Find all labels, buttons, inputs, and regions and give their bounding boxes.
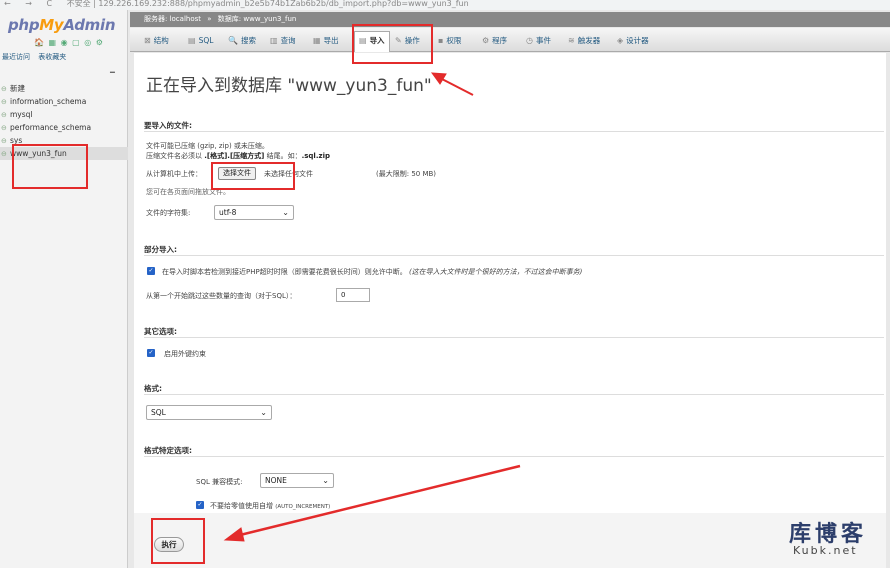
tab-0[interactable]: ⊠ 结构 xyxy=(144,32,169,50)
interrupt-label: 在导入时脚本若检测到接近PHP超时时限（即需要花费很长时间）则允许中断。 (这在… xyxy=(162,268,583,276)
database-link[interactable]: 数据库: www_yun3_fun xyxy=(218,15,297,23)
tab-label: 查询 xyxy=(280,36,296,45)
other-section-title: 其它选项: xyxy=(144,327,177,336)
foreign-key-checkbox[interactable]: ✓ xyxy=(147,349,155,357)
phpmyadmin-logo[interactable]: phpMyAdmin xyxy=(8,16,116,34)
annotation-box-import-tab xyxy=(352,24,433,64)
tab-icon: ◈ xyxy=(617,36,624,45)
main-content: 正在导入到数据库 "www_yun3_fun" 要导入的文件: 文件可能已压缩 … xyxy=(134,53,886,568)
sidebar-item-label: 新建 xyxy=(10,84,25,93)
database-icon: ⊖ xyxy=(1,150,7,158)
sidebar-item-label: mysql xyxy=(10,110,33,119)
divider xyxy=(144,456,884,457)
server-link[interactable]: 服务器: localhost xyxy=(144,15,201,23)
sidebar-item-db[interactable]: ⊖ performance_schema xyxy=(0,121,128,134)
skip-queries-input[interactable]: 0 xyxy=(336,288,370,302)
tab-label: 程序 xyxy=(492,36,508,45)
tab-8[interactable]: ⚙ 程序 xyxy=(482,32,507,50)
tab-10[interactable]: ≋ 触发器 xyxy=(568,32,600,50)
address-text: 不安全 | 129.226.169.232:888/phpmyadmin_b2e… xyxy=(66,0,469,8)
tab-icon: ▪ xyxy=(438,36,444,45)
tab-icon: ▤ xyxy=(188,36,196,45)
sidebar-item-label: information_schema xyxy=(10,97,87,106)
charset-select[interactable]: utf-8 ⌄ xyxy=(214,205,294,220)
tab-label: 设计器 xyxy=(626,36,649,45)
chevron-down-icon: ⌄ xyxy=(322,476,329,485)
tab-4[interactable]: ▦ 导出 xyxy=(313,32,339,50)
skip-label: 从第一个开始跳过这些数量的查询（对于SQL）： xyxy=(146,292,297,300)
tab-icon: 🔍 xyxy=(228,36,238,45)
file-section-title: 要导入的文件: xyxy=(144,121,192,130)
chevron-down-icon: ⌄ xyxy=(282,208,289,217)
charset-label: 文件的字符集: xyxy=(146,209,191,217)
divider xyxy=(144,394,884,395)
compat-select[interactable]: NONE ⌄ xyxy=(260,473,334,488)
tab-icon: ≋ xyxy=(568,36,575,45)
browser-address-bar[interactable]: ← → C 不安全 | 129.226.169.232:888/phpmyadm… xyxy=(0,0,890,10)
tab-9[interactable]: ◷ 事件 xyxy=(526,32,551,50)
favorites-link[interactable]: 表收藏夹 xyxy=(38,53,66,61)
no-auto-increment-label: 不要给零值使用自增 (AUTO_INCREMENT) xyxy=(210,502,331,510)
tab-2[interactable]: 🔍 搜索 xyxy=(228,32,256,50)
tab-3[interactable]: ▥ 查询 xyxy=(270,32,296,50)
page-title: 正在导入到数据库 "www_yun3_fun" xyxy=(146,76,432,96)
browser-nav-icons[interactable]: ← → C xyxy=(4,0,58,8)
foreign-key-label: 启用外键约束 xyxy=(164,350,206,358)
max-limit: (最大限制: 50 MB) xyxy=(376,170,437,178)
tab-label: 导出 xyxy=(323,36,339,45)
nav-links: 最近访问 表收藏夹 xyxy=(2,52,72,62)
tab-bar: ⊠ 结构 ▤ SQL 🔍 搜索 ▥ 查询 ▦ 导出 ▤ 导入 ✎ 操作 ▪ 权限 ⚙ 程序 ◷ 事件 ≋ 触发器 ◈ 设计器 xyxy=(130,28,890,52)
sidebar-item-label: performance_schema xyxy=(10,123,92,132)
compat-label: SQL 兼容模式: xyxy=(196,478,243,486)
annotation-box-execute xyxy=(151,518,205,564)
annotation-box-choose-file xyxy=(211,162,295,190)
divider xyxy=(144,131,884,132)
tab-icon: ⊠ xyxy=(144,36,151,45)
compress-hint: 文件可能已压缩 (gzip, zip) 或未压缩。 xyxy=(146,142,269,150)
tab-icon: ▦ xyxy=(313,36,321,45)
tab-label: 结构 xyxy=(153,36,169,45)
interrupt-checkbox[interactable]: ✓ xyxy=(147,267,155,275)
chevron-down-icon: ⌄ xyxy=(260,408,267,417)
tab-1[interactable]: ▤ SQL xyxy=(188,32,213,50)
left-navigation: phpMyAdmin 🏠 ▦ ◉ ▢ ◎ ⚙ 最近访问 表收藏夹 ━ ⊖ 新建 ⊖ i… xyxy=(0,10,128,568)
tab-icon: ⚙ xyxy=(482,36,490,45)
breadcrumb: 服务器: localhost » 数据库: www_yun3_fun xyxy=(130,12,890,27)
collapse-icon[interactable]: ━ xyxy=(110,68,115,77)
sidebar-item-db[interactable]: ⊖ 新建 xyxy=(0,82,128,95)
watermark-url: Kubk.net xyxy=(793,544,858,557)
divider xyxy=(144,255,884,256)
sidebar-item-db[interactable]: ⊖ information_schema xyxy=(0,95,128,108)
tab-icon: ◷ xyxy=(526,36,533,45)
divider xyxy=(144,337,884,338)
tab-label: SQL xyxy=(198,36,214,45)
tab-label: 事件 xyxy=(535,36,551,45)
annotation-box-database xyxy=(12,144,88,189)
tab-label: 权限 xyxy=(446,36,462,45)
action-bar xyxy=(134,513,886,568)
partial-section-title: 部分导入: xyxy=(144,245,177,254)
upload-label: 从计算机中上传： xyxy=(146,170,202,178)
format-select[interactable]: SQL ⌄ xyxy=(146,405,272,420)
filename-hint: 压缩文件名必须以 .[格式].[压缩方式] 结尾。如：.sql.zip xyxy=(146,152,330,160)
format-section-title: 格式: xyxy=(144,384,162,393)
nav-icon-row[interactable]: 🏠 ▦ ◉ ▢ ◎ ⚙ xyxy=(34,38,104,47)
sidebar-item-db[interactable]: ⊖ mysql xyxy=(0,108,128,121)
recent-link[interactable]: 最近访问 xyxy=(2,53,30,61)
tab-label: 搜索 xyxy=(240,36,256,45)
tab-icon: ▥ xyxy=(270,36,278,45)
tab-11[interactable]: ◈ 设计器 xyxy=(617,32,649,50)
no-auto-increment-checkbox[interactable]: ✓ xyxy=(196,501,204,509)
format-options-title: 格式特定选项: xyxy=(144,446,192,455)
tab-label: 触发器 xyxy=(577,36,601,45)
tab-7[interactable]: ▪ 权限 xyxy=(438,32,461,50)
